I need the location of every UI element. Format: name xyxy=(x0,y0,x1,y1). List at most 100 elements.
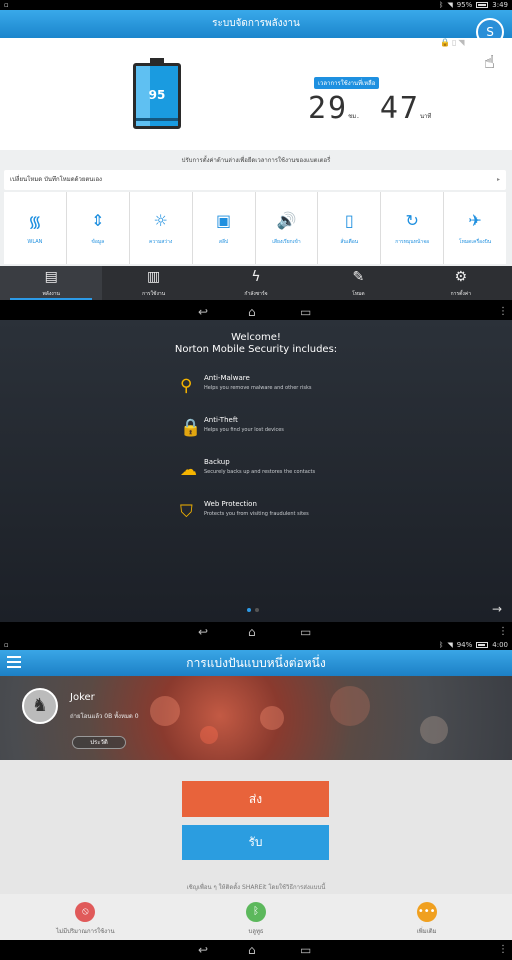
minutes-unit: นาที xyxy=(419,113,432,120)
padlock-icon: 🔒 xyxy=(180,418,202,438)
power-app-header: ระบบจัดการพลังงาน xyxy=(0,10,512,38)
battery-level-text: 95 xyxy=(148,88,166,102)
back-icon[interactable]: ↩ xyxy=(198,305,208,319)
cloud-upload-icon: ☁ xyxy=(180,460,197,480)
hours-unit: ชม. xyxy=(348,113,360,120)
toggle-label: สั่นเตือน xyxy=(340,239,359,245)
feature-title: Web Protection xyxy=(204,500,257,508)
bottom-tab-label: ไม่มีปริมาณการใช้งาน xyxy=(56,928,115,935)
status-bar-bottom: ▫ ᛒ ◥ 94% 4:00 xyxy=(0,640,512,650)
tab-label: พลังงาน xyxy=(42,291,60,297)
tab-icon: ✎ xyxy=(352,269,365,285)
send-button[interactable]: ส่ง xyxy=(182,781,329,817)
tab-icon: ⚙ xyxy=(454,269,468,285)
tab-label: โหมด xyxy=(352,291,365,297)
feature-description: Helps you find your lost devices xyxy=(204,427,284,433)
feature-item: ⚲ Anti-Malware Helps you remove malware an… xyxy=(180,374,420,404)
wifi-icon: ᯾ xyxy=(28,212,42,231)
bluetooth-status-icon: ᛒ xyxy=(439,1,444,9)
remaining-time: เวลาการใช้งานที่เหลือ 29ชม. 47นาที xyxy=(308,70,431,126)
battery-status-icon xyxy=(476,2,489,8)
overflow-menu-icon[interactable]: ⋮ xyxy=(498,943,508,957)
home-icon[interactable]: ⌂ xyxy=(248,625,256,639)
battery-panel xyxy=(0,38,512,150)
feature-description: Securely backs up and restores the conta… xyxy=(204,469,316,475)
toggle-label: โหมดเครื่องบิน xyxy=(458,239,492,245)
power-tab-bar: ▤ พลังงาน ▥ การใช้งาน ϟ กำลังชาร์จ ✎ โหมด ⚙ การตั… xyxy=(0,266,512,300)
toggle-label: ข้อมูล xyxy=(91,239,105,245)
tab-3[interactable]: ✎ โหมด xyxy=(307,266,409,300)
next-arrow-icon[interactable]: → xyxy=(492,602,502,616)
feature-item: ⛉ Web Protection Protects you from visitin… xyxy=(180,500,420,530)
hamburger-menu-icon[interactable] xyxy=(7,656,21,668)
sleep-icon: ▣ xyxy=(216,211,232,230)
battery-percent: 94% xyxy=(456,641,473,649)
home-icon[interactable]: ⌂ xyxy=(248,305,256,319)
feature-title: Anti-Malware xyxy=(204,374,250,382)
toggle-sync[interactable]: ⇕ ข้อมูล xyxy=(66,192,129,264)
home-icon[interactable]: ⌂ xyxy=(248,943,256,957)
bottom-tab-label: บลูทูธ xyxy=(248,928,264,935)
toggle-label: ความสว่าง xyxy=(149,239,173,245)
overflow-menu-icon[interactable]: ⋮ xyxy=(498,305,508,319)
navigation-bar-2: ↩ ⌂ ▭ ⋮ xyxy=(0,622,512,642)
shield-icon: ⛉ xyxy=(180,502,193,522)
tab-4[interactable]: ⚙ การตั้งค่า xyxy=(410,266,512,300)
notification-icon: ▫ xyxy=(4,641,9,649)
navigation-bar-1: ↩ ⌂ ▭ ⋮ xyxy=(0,302,512,322)
overflow-menu-icon[interactable]: ⋮ xyxy=(498,625,508,639)
rotate-icon: ↻ xyxy=(405,211,419,230)
tab-0[interactable]: ▤ พลังงาน xyxy=(0,266,103,300)
toggle-label: เสียงเรียกเข้า xyxy=(272,239,301,245)
no-data-icon: ⦸ xyxy=(75,902,96,922)
toggle-rotate[interactable]: ↻ การหมุนหน้าจอ xyxy=(381,192,444,264)
toggle-sleep[interactable]: ▣ สลีป xyxy=(192,192,255,264)
battery-percent: 95% xyxy=(456,1,473,9)
welcome-title: Welcome! xyxy=(231,332,281,343)
settings-strip-title: ปรับการตั้งค่าด้านล่างเพื่อยืดเวลาการใช้… xyxy=(181,157,331,164)
back-icon[interactable]: ↩ xyxy=(198,625,208,639)
more-icon: ••• xyxy=(416,902,437,922)
invite-text[interactable]: เชิญเพื่อน ๆ ให้ติดตั้ง SHAREit โดยใช้วิ… xyxy=(0,882,512,892)
history-button[interactable]: ประวัติ xyxy=(72,736,126,749)
toggle-sound[interactable]: 🔊 เสียงเรียกเข้า xyxy=(255,192,318,264)
mode-selector[interactable]: เปลี่ยนโหมด บันทึกโหมดด้วยตนเอง ▸ xyxy=(4,170,506,190)
tab-label: การตั้งค่า xyxy=(450,291,472,297)
toggle-airplane[interactable]: ✈ โหมดเครื่องบิน xyxy=(444,192,506,264)
wifi-status-icon: ◥ xyxy=(447,641,453,649)
bottom-tab-no-data[interactable]: ⦸ ไม่มีปริมาณการใช้งาน xyxy=(0,894,171,940)
tab-label: กำลังชาร์จ xyxy=(244,291,268,297)
tab-label: การใช้งาน xyxy=(142,291,166,297)
tab-1[interactable]: ▥ การใช้งาน xyxy=(102,266,204,300)
toggle-brightness[interactable]: ☼ ความสว่าง xyxy=(129,192,192,264)
quick-toggles: ᯾ WLAN ⇕ ข้อมูล ☼ ความสว่าง ▣ สลีป 🔊 เสียงเรียกเข… xyxy=(4,192,506,264)
feature-description: Helps you remove malware and other risks xyxy=(204,385,312,391)
toggle-vibrate[interactable]: ▯ สั่นเตือน xyxy=(318,192,381,264)
tab-icon: ▤ xyxy=(44,269,58,285)
magnifier-icon: ⚲ xyxy=(180,376,193,396)
bluetooth-status-icon: ᛒ xyxy=(439,641,444,649)
toggle-wifi[interactable]: ᯾ WLAN xyxy=(4,192,66,264)
mode-selector-label: เปลี่ยนโหมด บันทึกโหมดด้วยตนเอง xyxy=(10,176,102,183)
recents-icon[interactable]: ▭ xyxy=(300,625,311,639)
brightness-icon: ☼ xyxy=(153,211,168,230)
bottom-tab-bluetooth[interactable]: ᛒ บลูทูธ xyxy=(171,894,342,940)
feature-description: Protects you from visiting fraudulent si… xyxy=(204,511,309,517)
back-icon[interactable]: ↩ xyxy=(198,943,208,957)
recents-icon[interactable]: ▭ xyxy=(300,305,311,319)
tab-2[interactable]: ϟ กำลังชาร์จ xyxy=(205,266,307,300)
recents-icon[interactable]: ▭ xyxy=(300,943,311,957)
welcome-subtitle: Norton Mobile Security includes: xyxy=(174,344,338,355)
tab-icon: ϟ xyxy=(251,269,261,285)
toggle-label: WLAN xyxy=(27,239,43,245)
clock: 3:49 xyxy=(492,1,508,9)
shareit-title: การแบ่งปันแบบหนึ่งต่อหนึ่ง xyxy=(186,656,326,670)
avatar[interactable]: ♞ xyxy=(22,688,58,724)
receive-button[interactable]: รับ xyxy=(182,825,329,860)
feature-item: 🔒 Anti-Theft Helps you find your lost devi… xyxy=(180,416,420,446)
bottom-tab-more[interactable]: ••• เพิ่มเติม xyxy=(341,894,512,940)
hours-value: 29 xyxy=(308,91,349,126)
pointer-hand-icon: ☝ xyxy=(484,52,495,73)
clock: 4:00 xyxy=(492,641,508,649)
remaining-time-label: เวลาการใช้งานที่เหลือ xyxy=(314,77,380,89)
